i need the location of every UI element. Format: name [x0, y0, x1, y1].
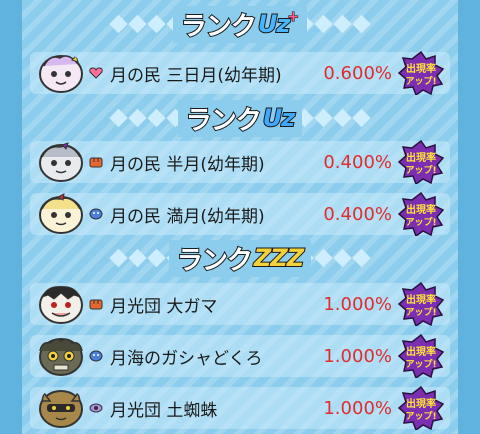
list-item[interactable]: 月の民 半月(幼年期) 0.400% 出現率 アップ! [22, 139, 458, 185]
svg-text:アップ!: アップ! [405, 410, 436, 422]
blob-icon [88, 207, 104, 221]
yokai-name: 月の民 三日月(幼年期) [110, 65, 282, 86]
svg-text:出現率: 出現率 [406, 293, 436, 306]
rate-up-badge: 出現率 アップ! [398, 334, 444, 378]
rate-up-badge: 出現率 アップ! [398, 51, 444, 95]
yokai-name: 月の民 満月(幼年期) [110, 206, 265, 227]
list-item[interactable]: 月の民 満月(幼年期) 0.400% 出現率 アップ! [22, 191, 458, 237]
rank-header-uz: ランク Uz [22, 98, 458, 138]
drop-rate-panel: ランク Uz + 月の民 三日月(幼年期) 0.600% 出現率 アップ! ラン… [0, 0, 480, 434]
yokai-name: 月光団 大ガマ [110, 296, 218, 317]
rank-label: ランク ZZZ [168, 239, 312, 277]
rank-label: ランク Uz + [172, 5, 308, 43]
heart-icon [88, 66, 104, 80]
svg-text:アップ!: アップ! [405, 75, 436, 87]
drop-rate: 0.400% [323, 151, 392, 173]
rank-word: ランク [180, 11, 258, 43]
rate-up-badge: 出現率 アップ! [398, 192, 444, 236]
right-border [458, 0, 480, 434]
svg-text:アップ!: アップ! [405, 216, 436, 228]
svg-text:アップ!: アップ! [405, 306, 436, 318]
eye-icon [88, 401, 104, 415]
rank-header-zzz: ランク ZZZ [22, 238, 458, 278]
rank-word: ランク [176, 245, 254, 277]
fist-icon [88, 297, 104, 311]
yokai-avatar-tsuchigumo [39, 390, 83, 428]
yokai-avatar-mikazuki [39, 55, 83, 93]
plus-icon: + [287, 9, 300, 26]
svg-text:出現率: 出現率 [406, 203, 436, 216]
svg-text:アップ!: アップ! [405, 164, 436, 176]
blob-icon [88, 349, 104, 363]
svg-text:出現率: 出現率 [406, 62, 436, 75]
drop-rate: 1.000% [323, 397, 392, 419]
drop-rate: 1.000% [323, 345, 392, 367]
svg-text:出現率: 出現率 [406, 345, 436, 358]
rate-up-badge: 出現率 アップ! [398, 140, 444, 184]
yokai-avatar-hangetsu [39, 142, 83, 182]
yokai-avatar-gashadokuro [39, 338, 83, 376]
rank-badge: ZZZ [253, 243, 305, 273]
list-item[interactable]: 月光団 土蜘蛛 1.000% 出現率 アップ! [22, 385, 458, 431]
drop-rate: 1.000% [323, 293, 392, 315]
yokai-avatar-mangetsu [39, 193, 83, 234]
list-item[interactable]: 月海のガシャどくろ 1.000% 出現率 アップ! [22, 333, 458, 379]
yokai-name: 月海のガシャどくろ [110, 348, 263, 369]
rank-word: ランク [185, 105, 263, 137]
svg-text:出現率: 出現率 [406, 397, 436, 410]
rate-up-badge: 出現率 アップ! [398, 386, 444, 430]
list-item[interactable]: 月の民 三日月(幼年期) 0.600% 出現率 アップ! [22, 50, 458, 96]
yokai-avatar-oogama [39, 286, 83, 324]
yokai-name: 月の民 半月(幼年期) [110, 154, 265, 175]
drop-rate: 0.400% [323, 203, 392, 225]
fist-icon [88, 155, 104, 169]
yokai-name: 月光団 土蜘蛛 [110, 400, 218, 421]
drop-rate: 0.600% [323, 62, 392, 84]
list-item[interactable]: 月光団 大ガマ 1.000% 出現率 アップ! [22, 281, 458, 327]
rate-up-badge: 出現率 アップ! [398, 282, 444, 326]
rank-badge: Uz [262, 103, 297, 133]
svg-text:アップ!: アップ! [405, 358, 436, 370]
rank-badge: Uz [257, 9, 292, 39]
svg-text:出現率: 出現率 [406, 151, 436, 164]
rank-label: ランク Uz [177, 99, 303, 137]
rank-header-uz-plus: ランク Uz + [22, 4, 458, 44]
left-border [0, 0, 22, 434]
